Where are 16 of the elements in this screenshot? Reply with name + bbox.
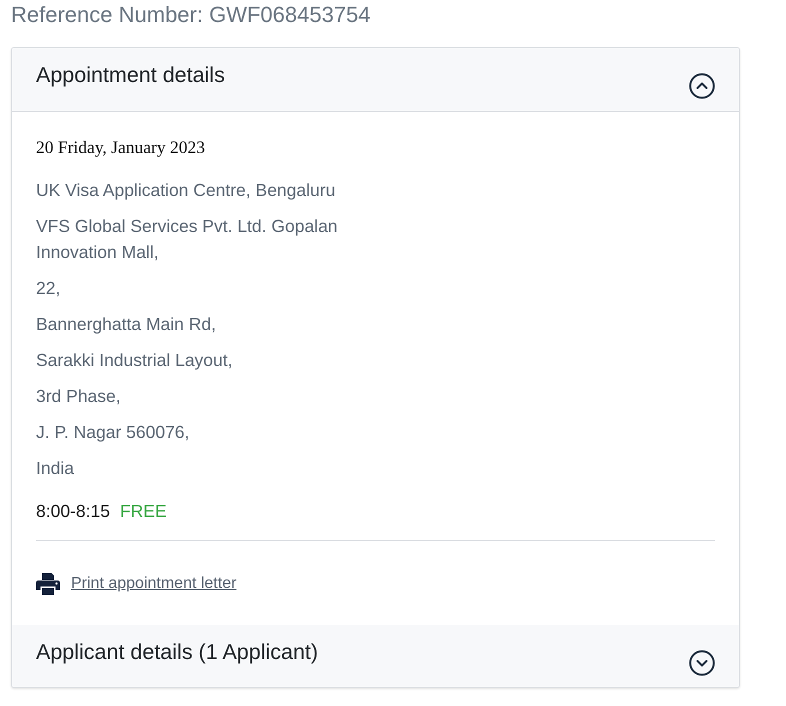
- accordion-header[interactable]: Appointment details: [12, 48, 739, 112]
- address-line: Bannerghatta Main Rd,: [36, 313, 217, 336]
- time-slot: 8:00-8:15: [36, 498, 110, 524]
- print-letter-link[interactable]: Print appointment letter: [71, 573, 236, 595]
- address-line: India: [36, 457, 75, 480]
- accordion-header[interactable]: Applicant details (1 Applicant): [12, 625, 739, 687]
- address-line: J. P. Nagar 560076,: [36, 421, 190, 444]
- price-label: FREE: [120, 500, 167, 523]
- address-line: 3rd Phase,: [36, 385, 122, 408]
- address-line: 22,: [36, 277, 62, 300]
- address-line: Sarakki Industrial Layout,: [36, 349, 234, 372]
- printer-icon: [36, 573, 60, 595]
- reference-number: Reference Number: GWF068453754: [11, 2, 371, 28]
- appointment-date: 20 Friday, January 2023: [36, 136, 205, 159]
- address-line: UK Visa Application Centre, Bengaluru: [36, 179, 336, 202]
- address-line: VFS Global Services Pvt. Ltd. Gopalan Innovation Mall,: [36, 215, 339, 264]
